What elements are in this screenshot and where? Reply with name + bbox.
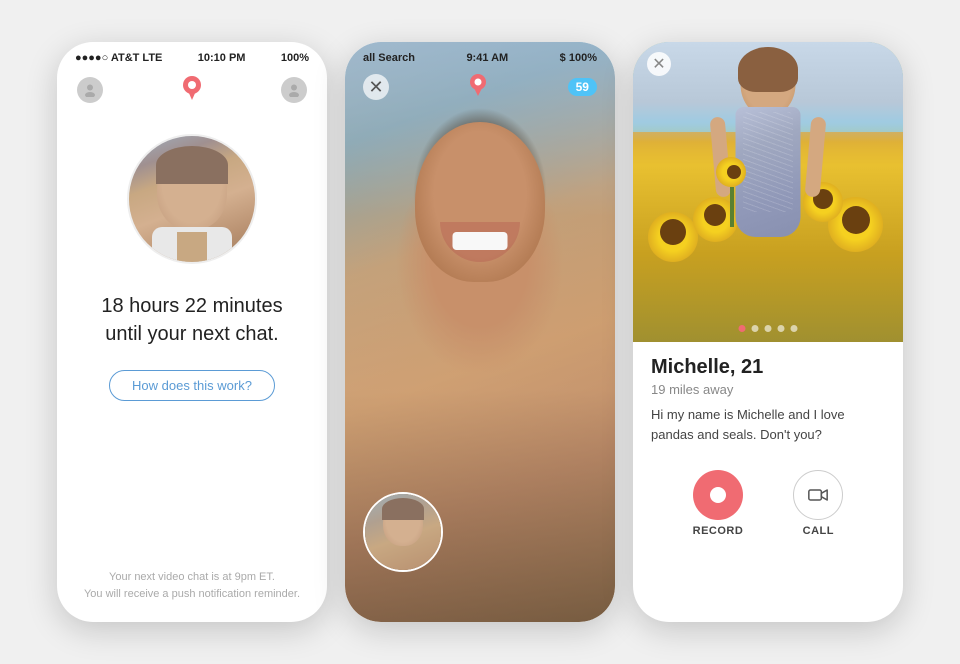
- app-logo-1: [181, 74, 203, 106]
- badge-count: 59: [568, 78, 597, 96]
- call-button[interactable]: CALL: [793, 470, 843, 537]
- self-video-preview: [363, 492, 443, 572]
- top-icons-2: ✕ 59: [363, 72, 597, 102]
- profile-photo: ✕: [633, 42, 903, 342]
- carrier-label: ●●●●○ AT&T LTE: [75, 52, 162, 64]
- profile-bio: Hi my name is Michelle and I love pandas…: [651, 405, 885, 444]
- top-bar-1: [57, 68, 327, 114]
- timer-text: 18 hours 22 minutes until your next chat…: [101, 292, 282, 348]
- person-silhouette-icon: [287, 83, 301, 97]
- dot-2[interactable]: [752, 325, 759, 332]
- dot-3[interactable]: [765, 325, 772, 332]
- bottom-reminder-text: Your next video chat is at 9pm ET. You w…: [57, 569, 327, 622]
- logo-pin-icon: [181, 74, 203, 100]
- battery-label: 100%: [281, 52, 309, 64]
- photo-dots: [739, 325, 798, 332]
- profile-distance: 19 miles away: [651, 382, 885, 397]
- call-label: CALL: [803, 525, 834, 537]
- settings-icon[interactable]: [281, 77, 307, 103]
- profile-info: Michelle, 21 19 miles away Hi my name is…: [633, 342, 903, 622]
- status-bar-2: all Search 9:41 AM $ 100%: [363, 52, 597, 64]
- phone-2: all Search 9:41 AM $ 100% ✕ 59: [345, 42, 615, 622]
- action-row: RECORD CALL: [651, 462, 885, 547]
- video-camera-icon: [808, 487, 828, 503]
- phone-1: ●●●●○ AT&T LTE 10:10 PM 100%: [57, 42, 327, 622]
- profile-name-age: Michelle, 21: [651, 356, 885, 379]
- dot-5[interactable]: [791, 325, 798, 332]
- record-label: RECORD: [693, 525, 744, 537]
- battery-2: $ 100%: [560, 52, 597, 64]
- record-icon: [693, 470, 743, 520]
- how-does-this-work-button[interactable]: How does this work?: [109, 370, 275, 401]
- close-button-2[interactable]: ✕: [363, 74, 389, 100]
- main-content-1: 18 hours 22 minutes until your next chat…: [57, 114, 327, 569]
- phone-3: ✕ Michelle, 21 19 miles away Hi my name …: [633, 42, 903, 622]
- dot-1[interactable]: [739, 325, 746, 332]
- status-bar-1: ●●●●○ AT&T LTE 10:10 PM 100%: [57, 42, 327, 68]
- close-button-3[interactable]: ✕: [647, 52, 671, 76]
- profile-avatar: [127, 134, 257, 264]
- carrier-2: all Search: [363, 52, 415, 64]
- person-icon: [83, 83, 97, 97]
- time-2: 9:41 AM: [466, 52, 508, 64]
- record-button[interactable]: RECORD: [693, 470, 744, 537]
- self-face: [365, 494, 441, 570]
- avatar-icon[interactable]: [77, 77, 103, 103]
- logo-pin-icon-2: [468, 72, 488, 96]
- dot-4[interactable]: [778, 325, 785, 332]
- app-logo-2: [468, 72, 488, 102]
- time-label: 10:10 PM: [198, 52, 246, 64]
- record-circle-icon: [708, 485, 728, 505]
- call-icon: [793, 470, 843, 520]
